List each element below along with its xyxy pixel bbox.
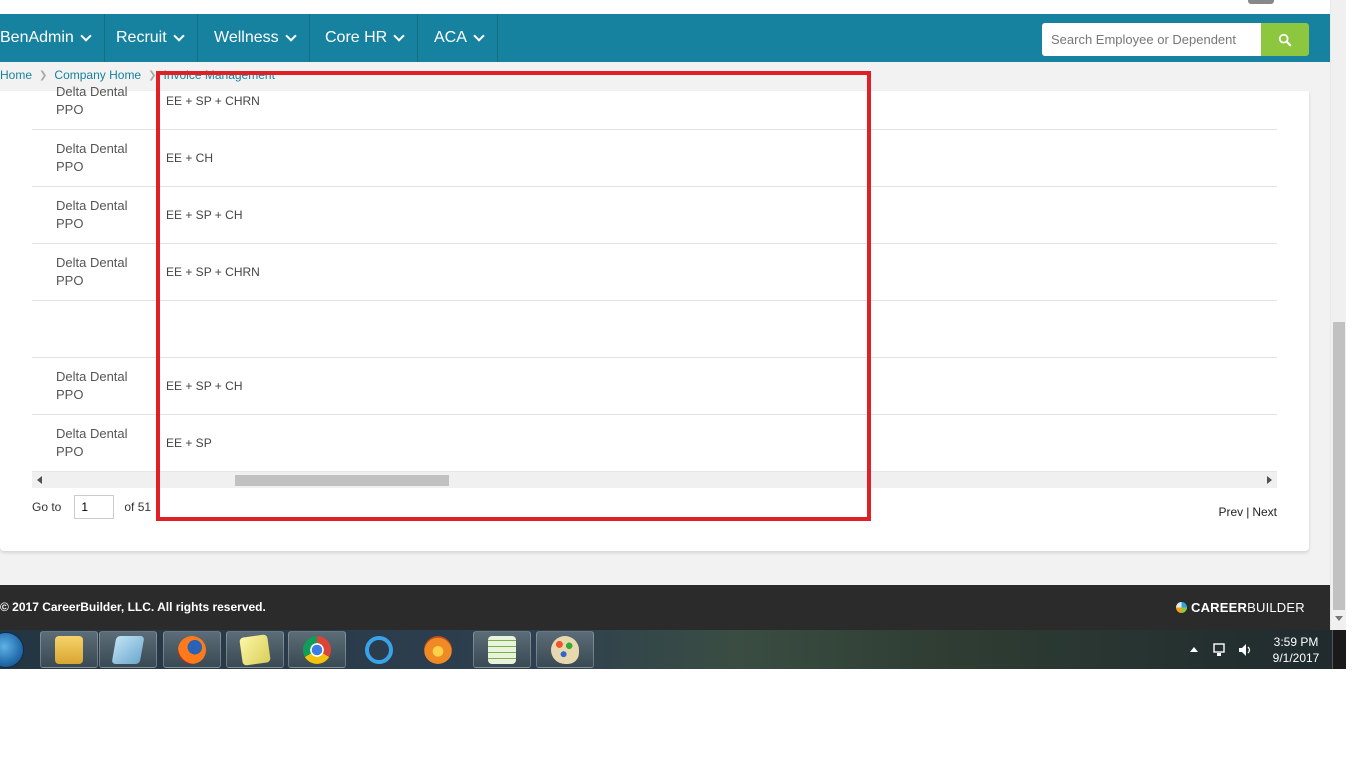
taskbar-internet-explorer[interactable] — [350, 631, 408, 668]
flame-icon — [424, 635, 452, 664]
chevron-down-icon — [393, 30, 405, 42]
search-input[interactable] — [1042, 23, 1262, 56]
chrome-icon — [303, 635, 331, 664]
paint-icon — [551, 635, 579, 664]
prev-link[interactable]: Prev — [1219, 505, 1244, 519]
nav-label: ACA — [434, 29, 467, 46]
clock-time: 3:59 PM — [1273, 635, 1319, 649]
chevron-down-icon — [284, 30, 297, 42]
page-footer: © 2017 CareerBuilder, LLC. All rights re… — [0, 585, 1330, 630]
taskbar-clock[interactable]: 3:59 PM 9/1/2017 — [1266, 634, 1326, 666]
browser-viewport: BenAdmin Recruit Wellness Core HR ACA Ho… — [0, 0, 1346, 630]
top-corner-icon — [1248, 0, 1274, 4]
taskbar-chrome[interactable] — [288, 631, 346, 668]
nav-label: Wellness — [214, 29, 279, 46]
pagination-goto: Go to of 51 — [32, 495, 151, 519]
vertical-scrollbar[interactable] — [1330, 0, 1346, 630]
sticky-notes-icon — [239, 633, 271, 666]
pagination-nav: Prev | Next — [1219, 505, 1278, 519]
copyright-text: © 2017 CareerBuilder, LLC. All rights re… — [0, 600, 266, 614]
nav-label: BenAdmin — [0, 29, 74, 46]
notepad-icon — [111, 635, 145, 664]
taskbar-paint[interactable] — [536, 631, 594, 668]
scroll-right-icon[interactable] — [1267, 476, 1272, 484]
show-hidden-icons-icon[interactable] — [1190, 647, 1198, 652]
page-number-input[interactable] — [74, 495, 115, 519]
internet-explorer-icon — [365, 635, 393, 664]
chevron-down-icon — [80, 30, 92, 42]
careerbuilder-logo-icon — [1176, 602, 1187, 613]
start-button[interactable] — [0, 632, 24, 668]
taskbar-firefox-alt[interactable] — [409, 631, 467, 668]
nav-benadmin[interactable]: BenAdmin — [0, 14, 105, 62]
taskbar-file-explorer[interactable] — [40, 631, 98, 668]
logo-text-bold: CAREER — [1191, 600, 1248, 615]
taskbar-spreadsheet[interactable] — [473, 631, 531, 668]
show-desktop-button[interactable] — [1332, 630, 1346, 669]
red-highlight-box — [156, 71, 871, 521]
nav-core-hr[interactable]: Core HR — [311, 14, 419, 62]
search-icon — [1278, 33, 1292, 46]
scroll-down-icon[interactable] — [1335, 616, 1343, 621]
nav-label: Core HR — [325, 29, 388, 46]
page-count-label: of 51 — [124, 500, 152, 514]
spreadsheet-icon — [488, 635, 516, 664]
plan-cell: Delta Dental PPO — [56, 369, 128, 402]
plan-cell: Delta Dental PPO — [56, 426, 128, 459]
nav-aca[interactable]: ACA — [420, 14, 498, 62]
system-tray — [1190, 630, 1264, 669]
taskbar-notepad[interactable] — [99, 631, 157, 668]
plan-cell: Delta Dental PPO — [56, 255, 128, 288]
next-link[interactable]: Next — [1252, 505, 1277, 519]
firefox-icon — [178, 635, 206, 664]
chevron-down-icon — [173, 30, 185, 42]
plan-cell: Delta Dental PPO — [56, 141, 128, 174]
chevron-down-icon — [473, 30, 485, 42]
goto-label: Go to — [32, 500, 62, 514]
volume-icon[interactable] — [1238, 643, 1254, 657]
logo-text-light: BUILDER — [1247, 600, 1305, 615]
breadcrumb-home[interactable]: Home — [0, 68, 32, 82]
taskbar-sticky-notes[interactable] — [226, 631, 284, 668]
plan-cell: Delta Dental PPO — [56, 84, 128, 117]
network-icon[interactable] — [1212, 642, 1228, 657]
windows-taskbar: 3:59 PM 9/1/2017 — [0, 630, 1346, 669]
careerbuilder-logo: CAREER BUILDER — [1176, 600, 1305, 615]
search-button[interactable] — [1261, 23, 1309, 56]
vertical-scroll-thumb[interactable] — [1333, 322, 1345, 610]
pager-separator: | — [1246, 505, 1250, 519]
taskbar-firefox[interactable] — [163, 631, 221, 668]
folder-icon — [55, 635, 83, 664]
plan-cell: Delta Dental PPO — [56, 198, 128, 231]
top-strip — [0, 0, 1330, 14]
nav-label: Recruit — [116, 29, 167, 46]
clock-date: 9/1/2017 — [1272, 651, 1320, 665]
nav-recruit[interactable]: Recruit — [102, 14, 198, 62]
plan-cell — [56, 301, 146, 357]
main-navbar: BenAdmin Recruit Wellness Core HR ACA — [0, 14, 1330, 62]
scroll-left-icon[interactable] — [37, 476, 42, 484]
nav-wellness[interactable]: Wellness — [200, 14, 310, 62]
